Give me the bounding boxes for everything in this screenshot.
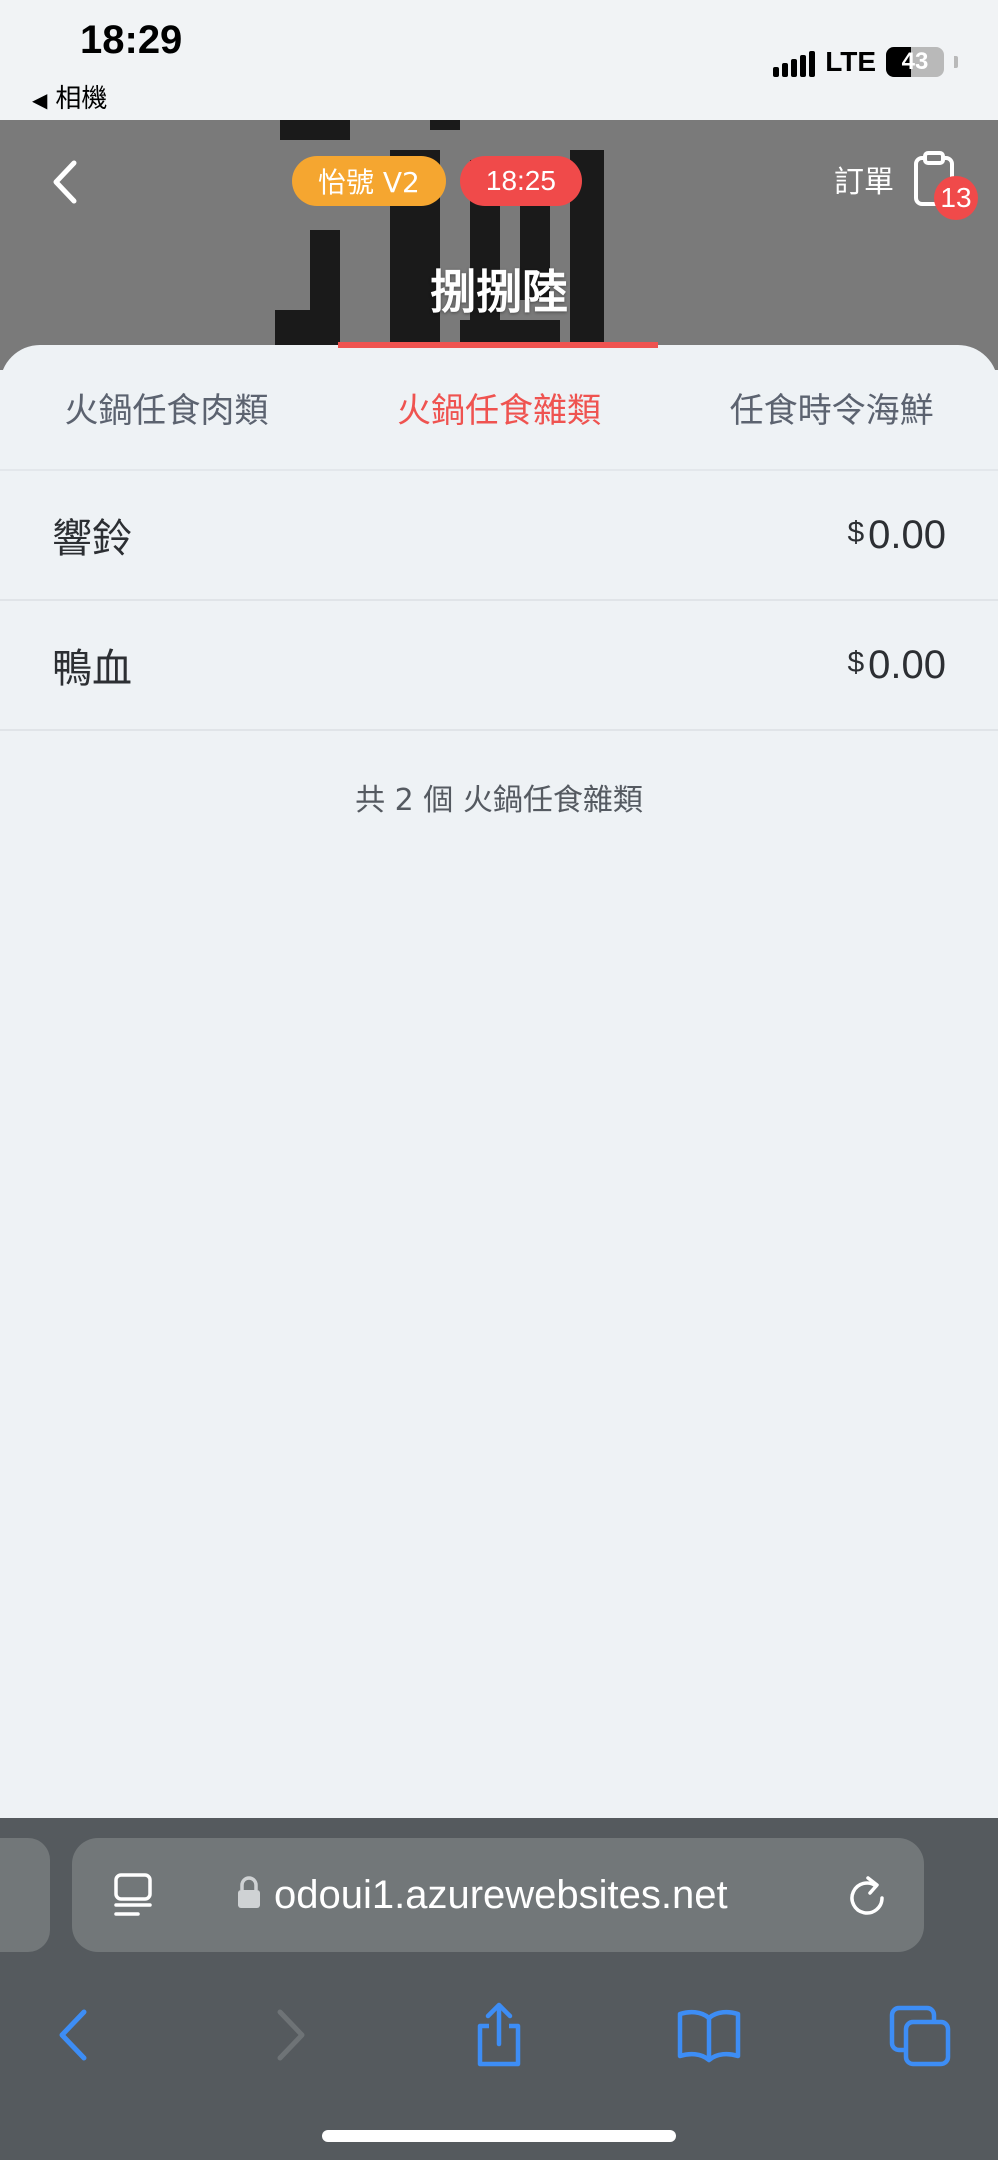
store-header: 怡號 V2 18:25 訂單 13 捌捌陸 bbox=[0, 120, 998, 370]
tab-hotpot-misc[interactable]: 火鍋任食雜類 bbox=[333, 345, 666, 469]
lock-icon bbox=[238, 1876, 260, 1908]
price-amount: 0.00 bbox=[868, 642, 946, 687]
currency-symbol: $ bbox=[847, 516, 865, 549]
menu-item-row[interactable]: 響鈴 $0.00 bbox=[0, 471, 998, 601]
book-icon bbox=[677, 2009, 741, 2063]
item-price: $0.00 bbox=[847, 471, 946, 599]
back-triangle-icon: ◀ bbox=[32, 88, 48, 112]
tab-hotpot-meat[interactable]: 火鍋任食肉類 bbox=[0, 345, 333, 469]
status-bar: 18:29 ◀ 相機 LTE 43 bbox=[0, 0, 998, 120]
share-icon bbox=[477, 2002, 521, 2067]
chevron-right-icon bbox=[277, 2009, 305, 2061]
share-button[interactable] bbox=[464, 2000, 534, 2070]
address-bar[interactable]: odoui1.azurewebsites.net bbox=[72, 1838, 924, 1952]
battery-level: 43 bbox=[901, 48, 929, 75]
bookmarks-button[interactable] bbox=[674, 2000, 744, 2070]
url-text: odoui1.azurewebsites.net bbox=[274, 1872, 728, 1917]
price-amount: 0.00 bbox=[868, 512, 946, 557]
orders-button[interactable]: 訂單 13 bbox=[834, 150, 978, 220]
tabs-button[interactable] bbox=[886, 2000, 956, 2070]
battery-cap bbox=[954, 56, 958, 68]
chevron-left-icon bbox=[53, 160, 77, 204]
network-type: LTE bbox=[825, 46, 876, 77]
store-version-badge: 怡號 V2 bbox=[292, 156, 446, 206]
clipboard-icon: 13 bbox=[912, 150, 978, 220]
chevron-left-icon bbox=[59, 2009, 87, 2061]
item-name: 響鈴 bbox=[52, 516, 132, 562]
status-indicators: LTE 43 bbox=[773, 46, 958, 78]
item-name: 鴨血 bbox=[52, 646, 132, 692]
back-to-app-link[interactable]: ◀ 相機 bbox=[32, 78, 107, 115]
back-button[interactable] bbox=[40, 152, 90, 212]
browser-back-button[interactable] bbox=[40, 2000, 110, 2070]
battery-icon: 43 bbox=[886, 47, 944, 77]
menu-item-row[interactable]: 鴨血 $0.00 bbox=[0, 601, 998, 731]
item-count-summary: 共 2 個 火鍋任食雜類 bbox=[355, 783, 643, 818]
home-indicator bbox=[322, 2130, 676, 2142]
previous-tab-preview[interactable] bbox=[0, 1838, 50, 1952]
category-tabs: 火鍋任食肉類 火鍋任食雜類 任食時令海鮮 bbox=[0, 342, 998, 471]
reload-icon[interactable] bbox=[846, 1874, 890, 1920]
signal-icon bbox=[773, 47, 816, 77]
tabs-icon bbox=[889, 2005, 951, 2067]
order-count-badge: 13 bbox=[934, 176, 978, 220]
browser-nav-row bbox=[0, 1978, 998, 2088]
store-name: 捌捌陸 bbox=[430, 265, 568, 319]
tab-seasonal-seafood[interactable]: 任食時令海鮮 bbox=[665, 345, 998, 469]
browser-forward-button[interactable] bbox=[254, 2000, 324, 2070]
back-app-label: 相機 bbox=[55, 84, 108, 114]
item-price: $0.00 bbox=[847, 601, 946, 729]
page-menu-icon[interactable] bbox=[112, 1872, 156, 1918]
currency-symbol: $ bbox=[847, 646, 865, 679]
orders-label: 訂單 bbox=[834, 165, 894, 200]
status-time: 18:29 bbox=[80, 18, 183, 62]
browser-toolbar: odoui1.azurewebsites.net bbox=[0, 1818, 998, 2160]
time-badge: 18:25 bbox=[459, 156, 582, 206]
menu-sheet: 火鍋任食肉類 火鍋任食雜類 任食時令海鮮 響鈴 $0.00 鴨血 $0.00 共… bbox=[0, 342, 998, 1818]
header-badges: 怡號 V2 18:25 bbox=[292, 156, 582, 206]
